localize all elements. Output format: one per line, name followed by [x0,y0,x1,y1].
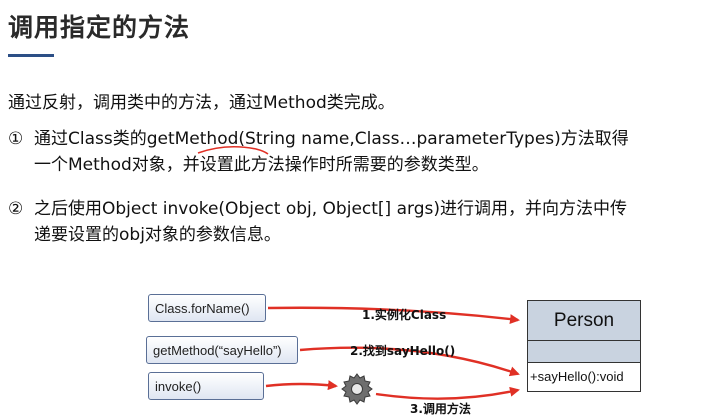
list-item-1: ① 通过Class类的getMethod(String name,Class…p… [8,126,629,175]
red-underline-mark [197,145,269,155]
title-underline [8,54,54,57]
person-class-name: Person [528,301,640,341]
item-line: 通过Class类的getMethod(String name,Class…par… [34,129,629,149]
getmethod-box: getMethod(“sayHello”) [146,336,298,364]
invoke-box: invoke() [148,372,264,400]
item-line: 之后使用Object invoke(Object obj, Object[] a… [34,199,627,219]
list-item-2: ② 之后使用Object invoke(Object obj, Object[]… [8,196,627,245]
item-number: ① [8,129,24,149]
person-attributes-section [528,341,640,363]
intro-text: 通过反射，调用类中的方法，通过Method类完成。 [8,93,395,113]
person-method: +sayHello():void [530,369,624,384]
item-content: 通过Class类的getMethod(String name,Class…par… [34,126,629,178]
slide-title: 调用指定的方法 [8,13,191,42]
item-line: 递要设置的obj对象的参数信息。 [34,225,281,245]
person-class-box: Person +sayHello():void [527,300,641,392]
arrow-call-method [375,386,520,400]
step-label-1: 1.实例化Class [362,308,447,322]
item-number: ② [8,199,24,219]
item-line: 一个Method对象，并设置此方法操作时所需要的参数类型。 [34,155,489,175]
step-label-2: 2.找到sayHello() [350,344,456,358]
class-forname-box: Class.forName() [148,294,266,322]
gear-icon [341,373,373,405]
arrow-invoke-to-gear [265,380,338,391]
step-label-3: 3.调用方法 [410,402,471,416]
item-content: 之后使用Object invoke(Object obj, Object[] a… [34,196,627,248]
